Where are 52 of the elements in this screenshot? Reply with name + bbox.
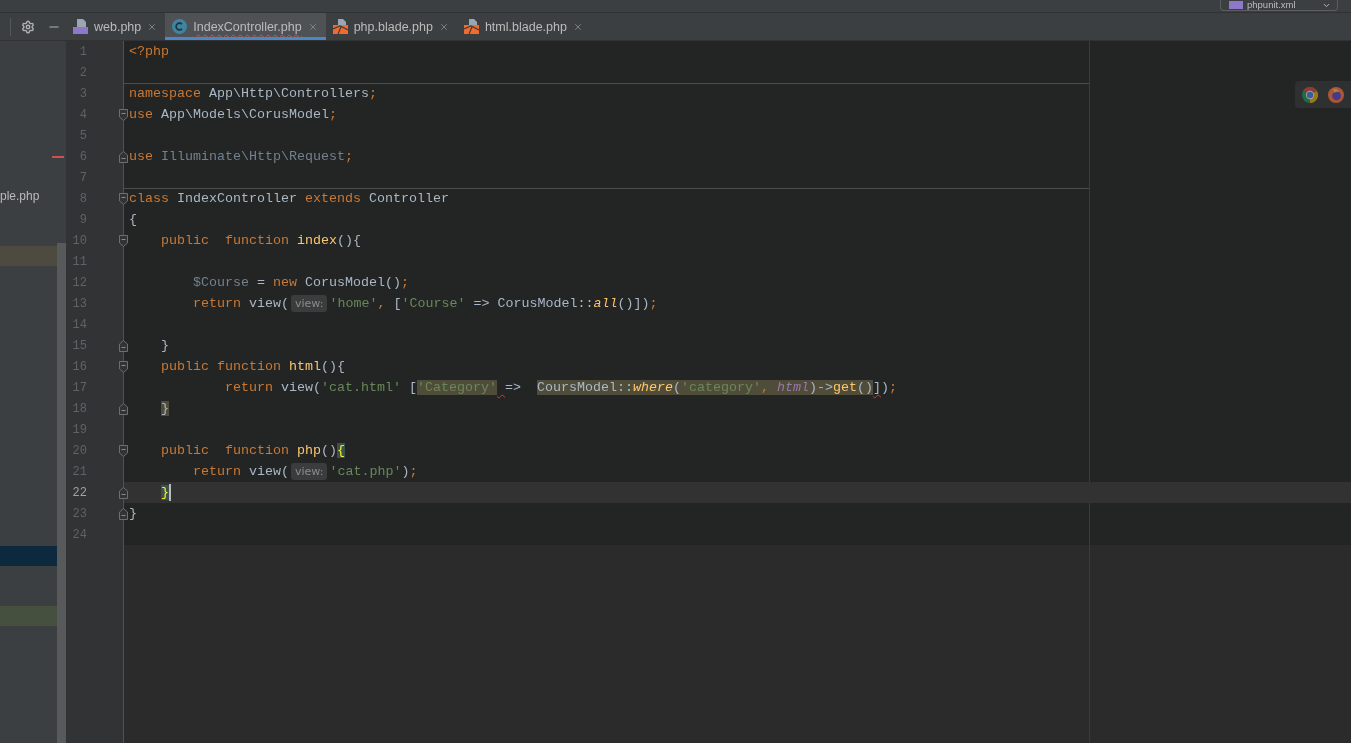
code-text: public function php(){ (161, 442, 345, 459)
code-text: class IndexController extends Controller (129, 190, 449, 207)
editor-tab[interactable]: html.blade.php (456, 13, 591, 40)
code-text: return view('cat.html' ['Category' => CoursModel::where('category', html)->get()]); (224, 379, 897, 396)
code-text: use Illuminate\Http\Request; (129, 148, 353, 165)
fold-end-icon[interactable] (119, 486, 128, 499)
fold-start-icon[interactable] (119, 234, 128, 247)
close-icon[interactable] (572, 21, 583, 32)
code-text: } (161, 337, 169, 354)
code-text: } (129, 505, 137, 522)
browser-icon[interactable] (1328, 86, 1344, 103)
fold-start-icon[interactable] (119, 192, 128, 205)
code-text: { (129, 211, 137, 228)
code-text: 'home', ['Course' => CorusModel::all()]); (329, 295, 658, 312)
code-text: public function html(){ (161, 358, 345, 375)
php-file-icon (1229, 1, 1243, 9)
line-number: 22 (71, 485, 87, 500)
fold-end-icon[interactable] (119, 402, 128, 415)
code-text: return view( (193, 463, 289, 480)
dash-mark-icon (52, 156, 64, 158)
tree-item[interactable]: ple.php (0, 186, 57, 206)
fold-end-icon[interactable] (119, 150, 128, 163)
blade-file-icon (463, 19, 479, 34)
parameter-hint: view: (291, 463, 328, 480)
code-text: <?php (129, 43, 169, 60)
editor-tab[interactable]: IndexController.php (165, 13, 326, 40)
php-file-icon (73, 19, 88, 34)
text-cursor (169, 484, 171, 501)
code-text: return view( (193, 295, 289, 312)
code-text: namespace App\Http\Controllers; (129, 85, 377, 102)
editor-tab[interactable]: php.blade.php (325, 13, 457, 40)
close-icon[interactable] (438, 21, 449, 32)
class-icon (172, 19, 188, 34)
code-text: 'cat.php'); (329, 463, 418, 480)
fold-start-icon[interactable] (119, 108, 128, 121)
code-text: } (161, 484, 169, 501)
fold-start-icon[interactable] (119, 444, 128, 457)
fold-end-icon[interactable] (119, 507, 128, 520)
browser-icon[interactable] (1302, 86, 1318, 103)
code-text: $Course = new CorusModel(); (193, 274, 409, 291)
code-text: public function index(){ (161, 232, 361, 249)
parameter-hint: view: (291, 295, 328, 312)
settings-icon[interactable] (21, 19, 35, 34)
fold-end-icon[interactable] (119, 339, 128, 352)
editor-tab[interactable]: web.php (66, 13, 166, 40)
scrollbar-thumb[interactable] (57, 243, 66, 743)
blade-file-icon (332, 19, 348, 34)
fold-start-icon[interactable] (119, 360, 128, 373)
code-text: use App\Models\CorusModel; (129, 106, 337, 123)
close-icon[interactable] (147, 21, 158, 32)
run-config-dropdown[interactable]: phpunit.xml (1220, 0, 1338, 11)
code-text: } (161, 400, 169, 417)
